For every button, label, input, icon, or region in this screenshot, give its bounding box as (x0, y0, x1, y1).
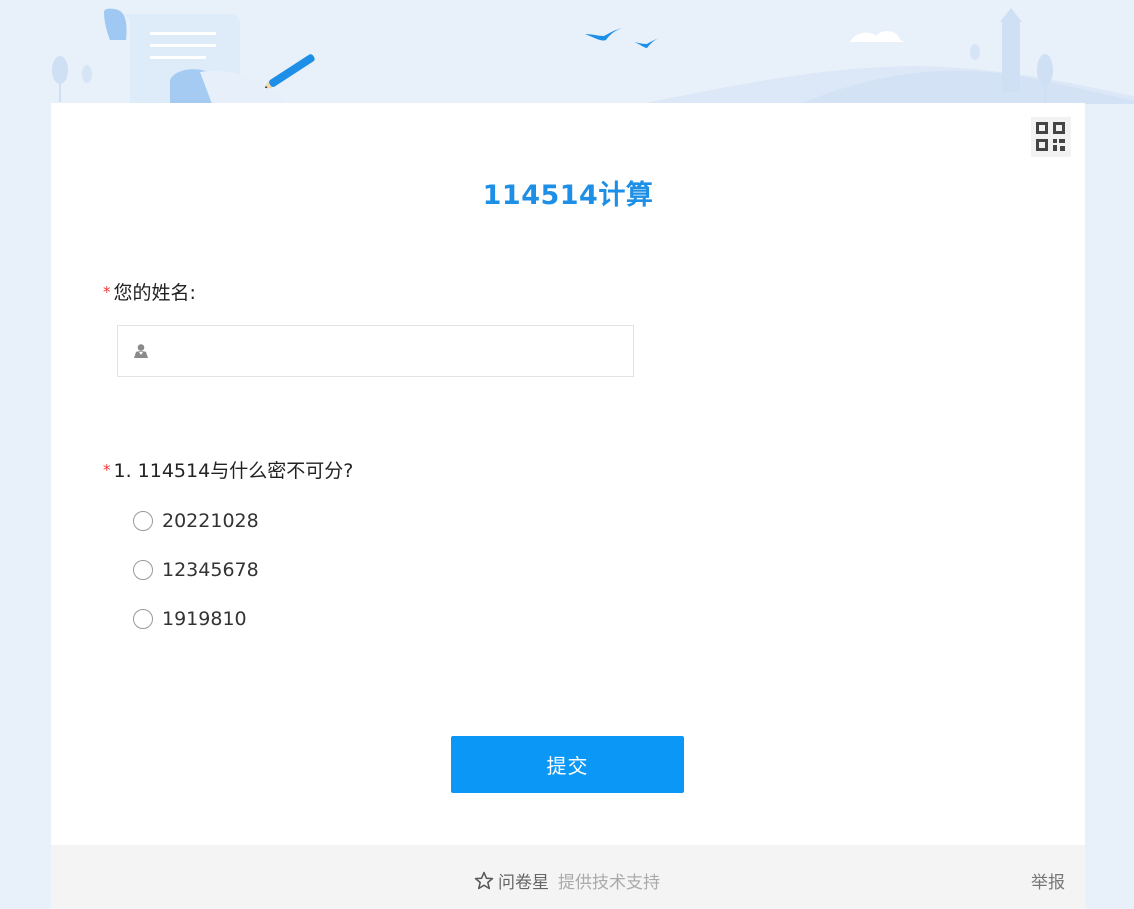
report-link[interactable]: 举报 (1031, 868, 1065, 893)
qr-code-icon (1036, 122, 1065, 151)
name-input[interactable] (117, 325, 634, 377)
question-1-text: 1. 114514与什么密不可分? (113, 460, 354, 482)
support-text: 提供技术支持 (558, 873, 660, 893)
powered-by-link[interactable]: 问卷星 提供技术支持 (474, 868, 660, 893)
option-label: 12345678 (162, 559, 259, 581)
option-label: 20221028 (162, 510, 259, 532)
star-icon (474, 871, 494, 889)
user-icon (134, 344, 148, 358)
survey-title: 114514计算 (482, 180, 654, 211)
header-banner-illustration (52, 8, 1134, 104)
name-question-text: 您的姓名: (113, 282, 196, 304)
brand-name: 问卷星 (498, 873, 549, 893)
radio-button[interactable] (133, 511, 153, 531)
option-20221028[interactable]: 20221028 (133, 508, 259, 534)
radio-button[interactable] (133, 560, 153, 580)
radio-button[interactable] (133, 609, 153, 629)
qr-code-button[interactable] (1031, 117, 1071, 157)
required-mark: * (103, 461, 111, 479)
question-1-label: * 1. 114514与什么密不可分? (103, 456, 353, 483)
required-mark: * (103, 283, 111, 301)
option-label: 1919810 (162, 608, 247, 630)
option-1919810[interactable]: 1919810 (133, 606, 247, 632)
submit-button[interactable]: 提交 (451, 736, 684, 793)
option-12345678[interactable]: 12345678 (133, 557, 259, 583)
name-question-label: * 您的姓名: (103, 278, 196, 305)
